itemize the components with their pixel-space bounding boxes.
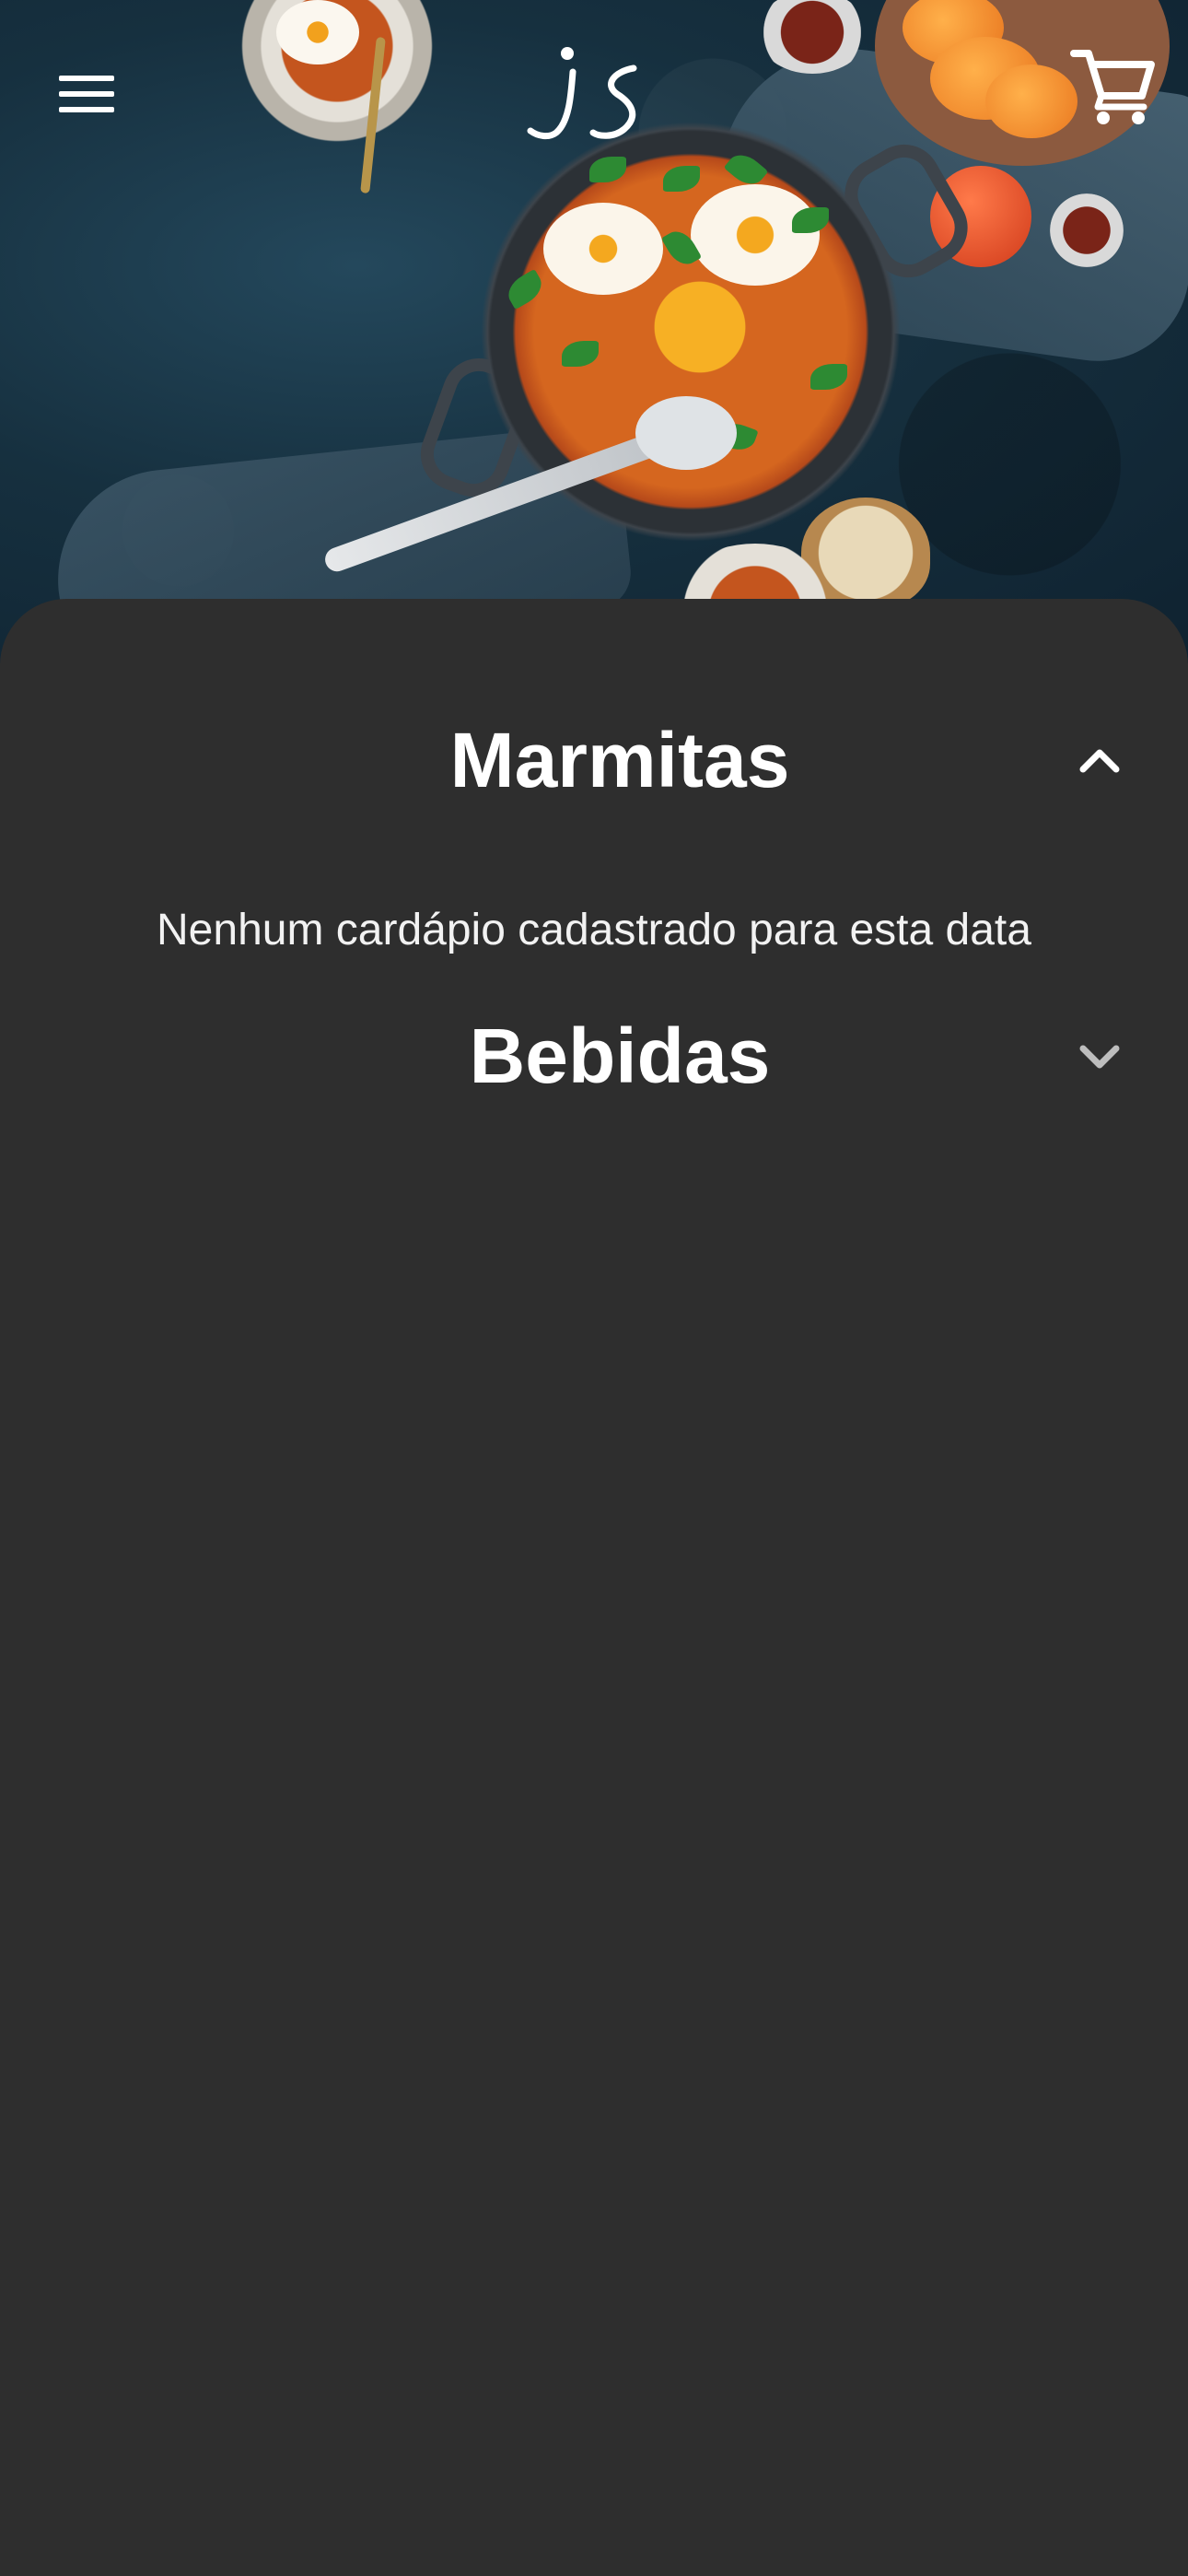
hero-egg-top — [276, 0, 359, 64]
section-header-bebidas[interactable]: Bebidas — [0, 1001, 1188, 1111]
chevron-down-icon[interactable] — [1076, 1032, 1124, 1080]
menu-line — [59, 91, 114, 97]
section-title: Bebidas — [469, 1012, 771, 1099]
menu-line — [59, 107, 114, 112]
shopping-cart-icon[interactable] — [1066, 37, 1159, 129]
hamburger-menu-icon[interactable] — [44, 57, 129, 131]
hero-ramekin — [1050, 193, 1124, 267]
hero-persimmon — [985, 64, 1077, 138]
menu-line — [59, 76, 114, 81]
hero-ladle-cup — [635, 396, 737, 470]
section-header-marmitas[interactable]: Marmitas — [0, 705, 1188, 815]
hero-egg — [691, 184, 820, 286]
brand-logo — [527, 47, 637, 140]
hero-yolk — [635, 276, 764, 378]
menu-sheet: Marmitas Nenhum cardápio cadastrado para… — [0, 599, 1188, 2576]
chevron-up-icon[interactable] — [1076, 736, 1124, 784]
section-title: Marmitas — [449, 716, 790, 803]
hero-egg — [543, 203, 663, 295]
empty-menu-message: Nenhum cardápio cadastrado para esta dat… — [157, 906, 1031, 954]
